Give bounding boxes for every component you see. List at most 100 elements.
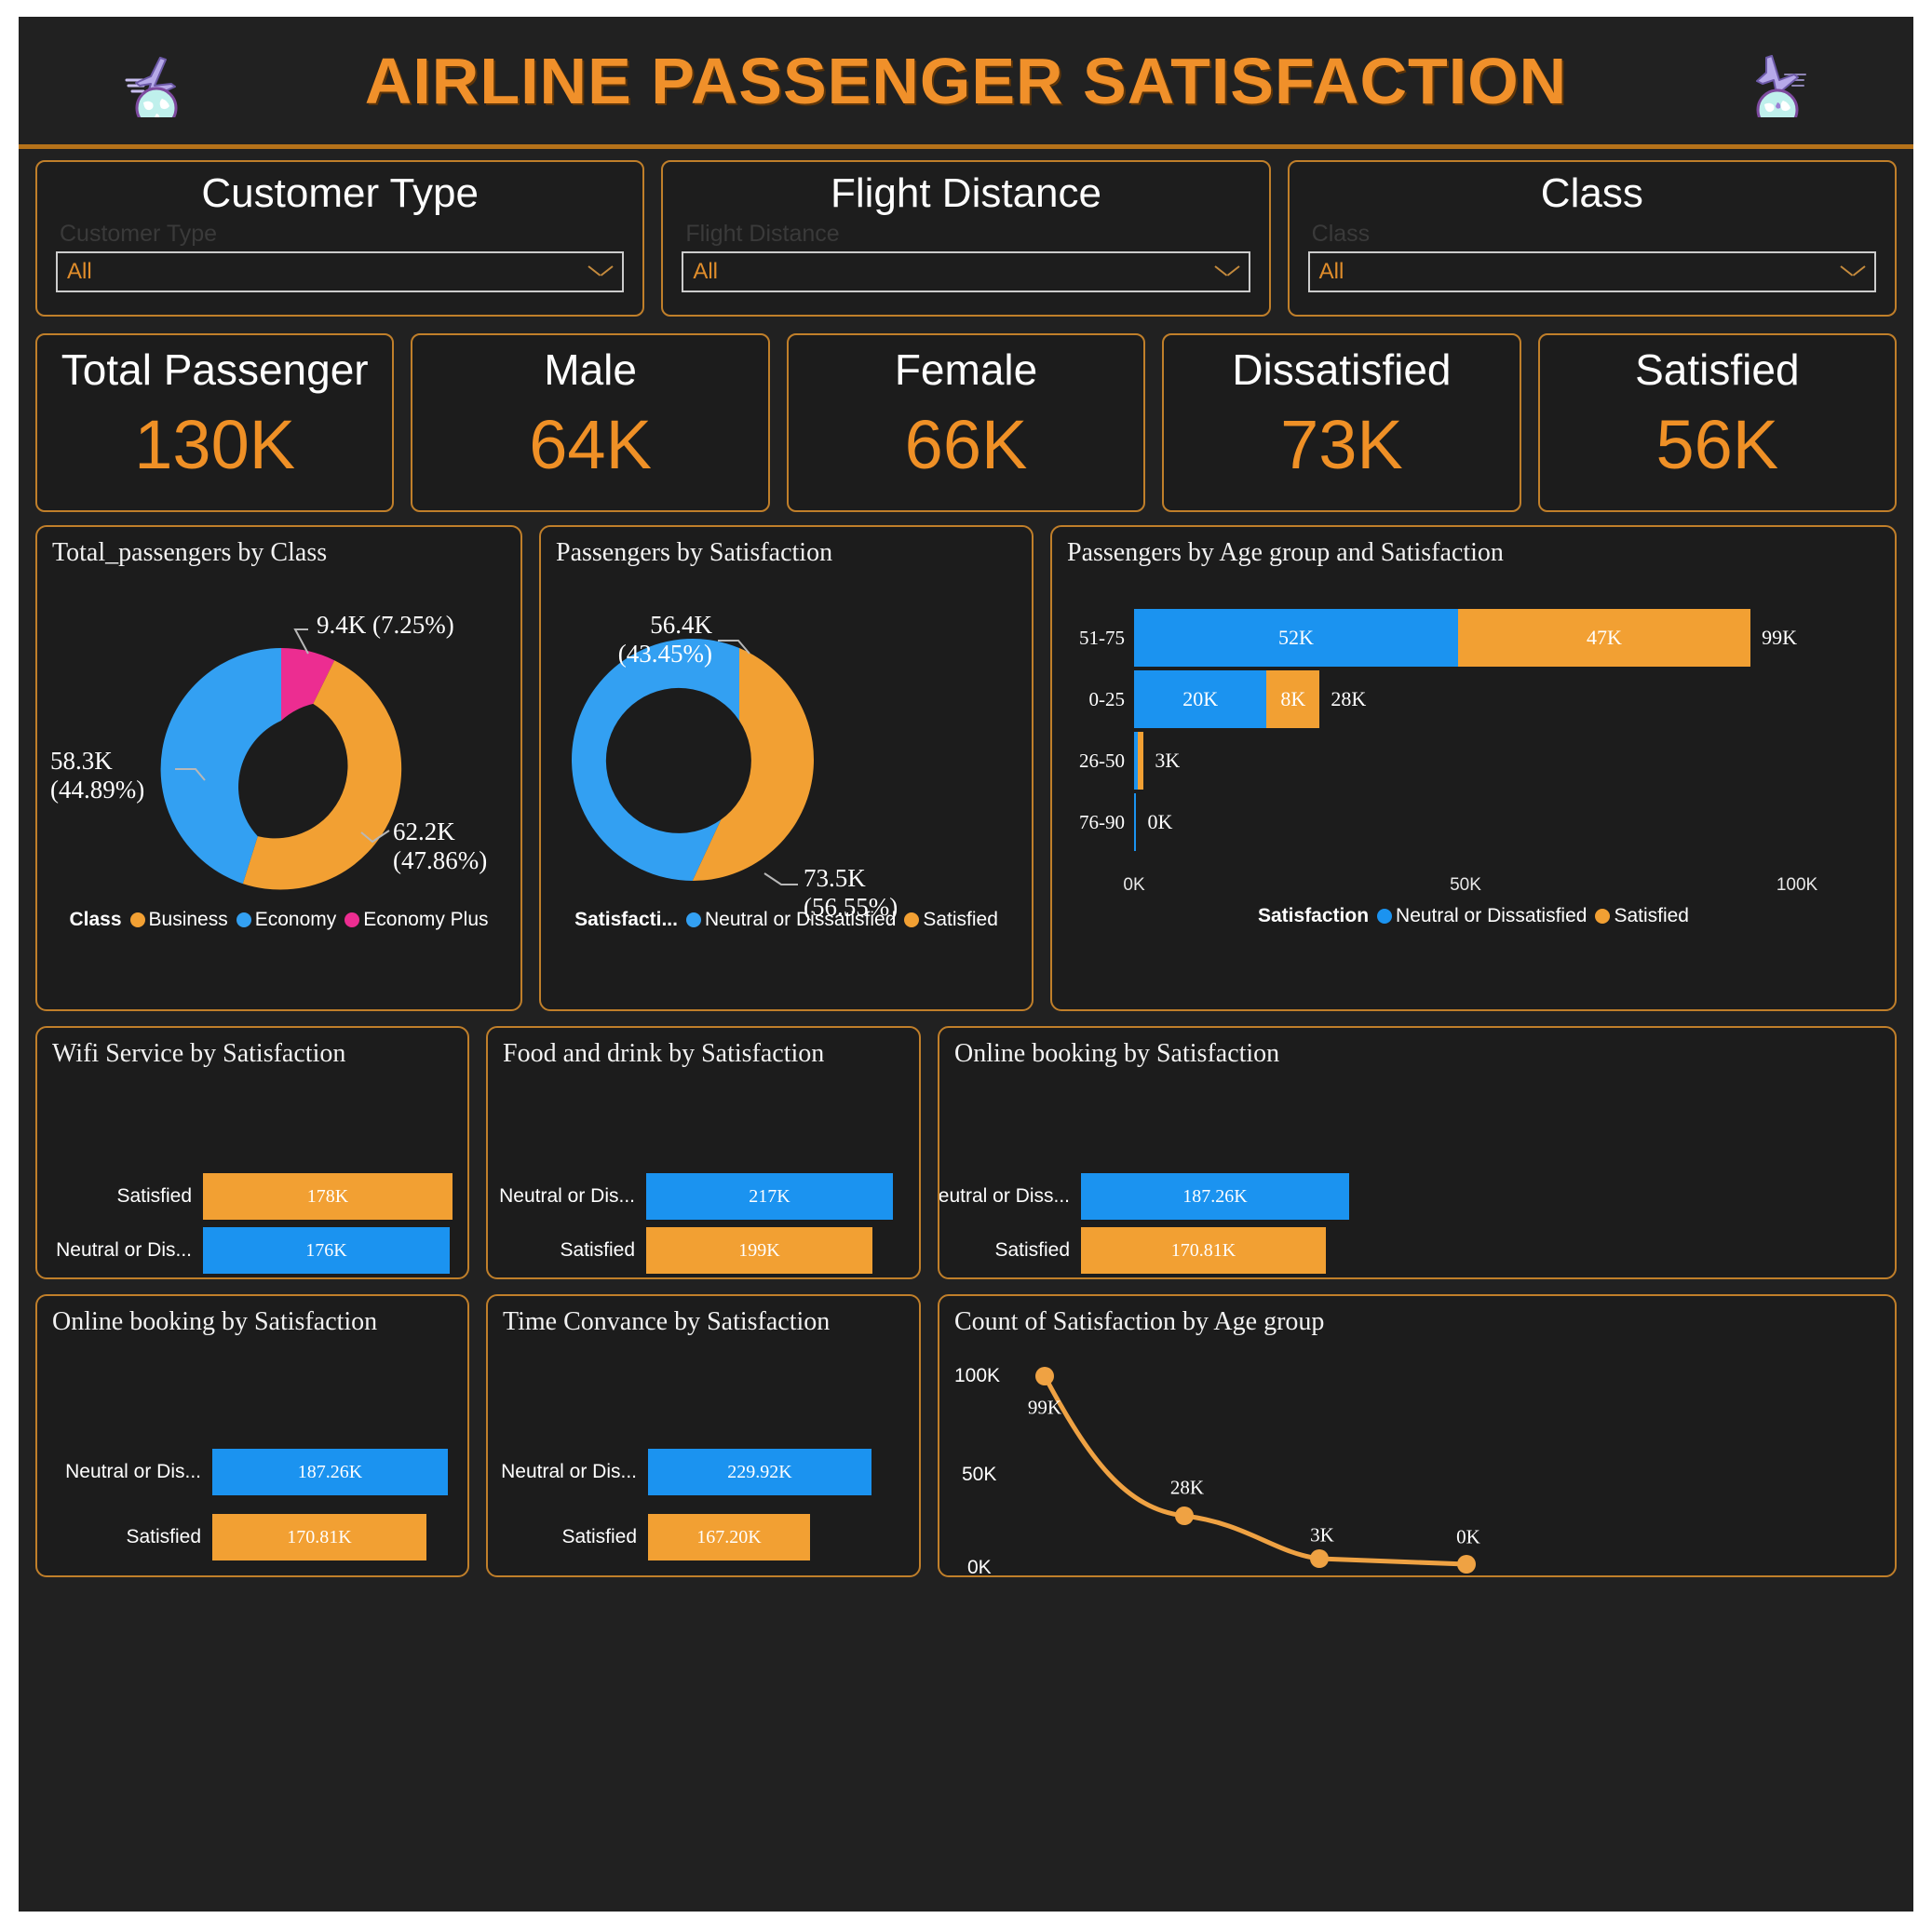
legend-title: Class <box>69 909 122 930</box>
chart-passengers-by-satisfaction[interactable]: Passengers by Satisfaction 56.4K (43.45%… <box>539 525 1034 1011</box>
bar-value-label: 187.26K <box>1081 1173 1349 1220</box>
bar-total-label: 3K <box>1155 749 1181 772</box>
chevron-down-icon <box>588 265 613 278</box>
filter-sublabel: Class <box>1311 221 1371 247</box>
filter-flight-distance: Flight Distance Flight Distance All <box>661 160 1271 317</box>
kpi-male: Male 64K <box>411 333 770 512</box>
bar-total-label: 99K <box>1762 626 1797 649</box>
bar-row[interactable]: Satisfied 170.81K <box>126 1514 426 1560</box>
chart-title: Wifi Service by Satisfaction <box>52 1039 346 1068</box>
bar-category-label: 76-90 <box>1079 810 1125 833</box>
bar-category-label: Satisfied <box>560 1239 635 1261</box>
bar-row[interactable]: Neutral or Dis... 176K <box>56 1227 450 1274</box>
kpi-satisfied: Satisfied 56K <box>1537 333 1898 512</box>
bar-plot: Neutral or Dis... 187.26K Satisfied 170.… <box>37 1337 467 1575</box>
legend-item-business[interactable]: Business <box>129 909 228 931</box>
bar-row[interactable]: Neutral or Diss... 187.26K <box>939 1173 1349 1220</box>
chart-title: Time Convance by Satisfaction <box>503 1307 831 1336</box>
legend-item-neutral[interactable]: Neutral or Dissatisfied <box>685 909 896 931</box>
stacked-bar-row[interactable]: 26-50 3K <box>1079 732 1797 790</box>
donut-chart-satisfaction: 56.4K (43.45%) 73.5K (56.55%) Satisfacti… <box>541 568 1032 944</box>
customer-type-dropdown[interactable]: All <box>56 251 625 292</box>
chart-age-group-satisfaction[interactable]: Passengers by Age group and Satisfaction… <box>1050 525 1897 1011</box>
bar-value-label: 217K <box>646 1173 893 1220</box>
bar-row[interactable]: Neutral or Dis... 187.26K <box>65 1449 448 1495</box>
dashboard-root: AIRLINE PASSENGER SATISFACTION Customer … <box>19 17 1913 1912</box>
filter-sublabel: Flight Distance <box>685 221 840 247</box>
legend-satisfaction: Satisfaction Neutral or Dissatisfied Sat… <box>1052 905 1895 927</box>
chart-wifi-service[interactable]: Wifi Service by Satisfaction Satisfied 1… <box>35 1026 469 1279</box>
filter-class: Class Class All <box>1287 160 1897 317</box>
bar-plot: Neutral or Dis... 217K Satisfied 199K 0.… <box>488 1069 919 1277</box>
chart-online-booking-top[interactable]: Online booking by Satisfaction Neutral o… <box>938 1026 1897 1279</box>
legend-item-satisfied[interactable]: Satisfied <box>1595 905 1689 927</box>
bar-category-label: Neutral or Dis... <box>499 1185 635 1207</box>
legend-satisfaction-short: Satisfacti... Neutral or Dissatisfied Sa… <box>541 909 1032 931</box>
bar-value-label: 170.81K <box>212 1514 426 1560</box>
legend-item-economy-plus[interactable]: Economy Plus <box>345 909 489 931</box>
chart-title: Online booking by Satisfaction <box>52 1307 378 1336</box>
bar-row[interactable]: Satisfied 178K <box>116 1173 453 1220</box>
kpi-label: Dissatisfied <box>1232 345 1452 394</box>
legend-swatch-icon <box>129 912 145 927</box>
legend-swatch-icon <box>904 912 920 927</box>
pie-label-economy: 58.3K (44.89%) <box>50 747 145 804</box>
bar-plot: Neutral or Diss... 187.26K Satisfied 170… <box>939 1069 1895 1277</box>
bar-category-label: Neutral or Dis... <box>65 1461 201 1482</box>
bar-row[interactable]: Satisfied 167.20K <box>561 1514 810 1560</box>
page-title: AIRLINE PASSENGER SATISFACTION <box>364 44 1568 117</box>
legend-item-neutral[interactable]: Neutral or Dissatisfied <box>1377 905 1587 927</box>
airplane-globe-icon <box>1742 52 1813 131</box>
bar-row[interactable]: Neutral or Dis... 217K <box>499 1173 893 1220</box>
legend-item-economy[interactable]: Economy <box>236 909 336 931</box>
bar-value-label: 176K <box>203 1227 450 1274</box>
bar-category-label: 51-75 <box>1079 626 1125 649</box>
chart-count-satisfaction-by-age[interactable]: Count of Satisfaction by Age group 100K … <box>938 1294 1897 1577</box>
class-dropdown[interactable]: All <box>1307 251 1876 292</box>
point-label: 28K <box>1169 1476 1205 1499</box>
stacked-bar-row[interactable]: 76-90 0K <box>1079 793 1797 851</box>
legend-class: Class Business Economy Economy Plus <box>37 909 520 931</box>
flight-distance-dropdown[interactable]: All <box>682 251 1250 292</box>
pie-label-satisfied: 56.4K (43.45%) <box>617 611 712 668</box>
chevron-down-icon <box>1215 265 1239 278</box>
point-label: 3K <box>1310 1523 1334 1547</box>
bar-row[interactable]: Neutral or Dis... 229.92K <box>501 1449 871 1495</box>
kpi-row: Total Passenger 130K Male 64K Female 66K… <box>19 317 1913 512</box>
x-tick: 100K <box>1776 875 1818 895</box>
x-tick: 50K <box>1450 875 1481 895</box>
bar-segment-neutral: 52K <box>1134 609 1458 667</box>
bar-value-label: 170.81K <box>1081 1227 1326 1274</box>
bar-value-label: 199K <box>646 1227 872 1274</box>
filter-title: Flight Distance <box>830 170 1101 216</box>
chart-food-and-drink[interactable]: Food and drink by Satisfaction Neutral o… <box>486 1026 921 1279</box>
point-label: 0K <box>1456 1525 1480 1548</box>
bar-category-label: 26-50 <box>1079 749 1125 772</box>
bar-row[interactable]: Satisfied 199K <box>560 1227 872 1274</box>
stacked-bar-row[interactable]: 0-25 20K 8K 28K <box>1089 670 1797 728</box>
chart-title: Online booking by Satisfaction <box>954 1039 1280 1068</box>
bar-category-label: Satisfied <box>994 1239 1070 1261</box>
chart-passengers-by-class[interactable]: Total_passengers by Class 9.4K (7.25%) 5… <box>35 525 522 1011</box>
kpi-value: 64K <box>529 406 652 483</box>
bar-segment-neutral <box>1134 793 1137 851</box>
bar-value-label: 229.92K <box>648 1449 871 1495</box>
dropdown-value: All <box>67 259 92 284</box>
kpi-dissatisfied: Dissatisfied 73K <box>1162 333 1521 512</box>
bar-category-label: Neutral or Dis... <box>501 1461 637 1482</box>
pie-label-economy-plus: 9.4K (7.25%) <box>317 611 454 639</box>
filter-title: Customer Type <box>201 170 479 216</box>
kpi-label: Satisfied <box>1635 345 1800 394</box>
point-label: 99K <box>1027 1396 1062 1419</box>
legend-title: Satisfacti... <box>574 909 678 930</box>
kpi-label: Female <box>894 345 1038 394</box>
chart-time-convance[interactable]: Time Convance by Satisfaction Neutral or… <box>486 1294 921 1577</box>
kpi-value: 56K <box>1655 406 1779 483</box>
bar-row[interactable]: Satisfied 170.81K <box>994 1227 1326 1274</box>
legend-swatch-icon <box>1595 909 1611 924</box>
legend-item-satisfied[interactable]: Satisfied <box>904 909 998 931</box>
bar-value-label: 178K <box>203 1173 453 1220</box>
stacked-bar-row[interactable]: 51-75 52K 47K 99K <box>1079 609 1797 667</box>
pie-label-business: 62.2K (47.86%) <box>393 817 488 874</box>
chart-online-booking-bottom[interactable]: Online booking by Satisfaction Neutral o… <box>35 1294 469 1577</box>
